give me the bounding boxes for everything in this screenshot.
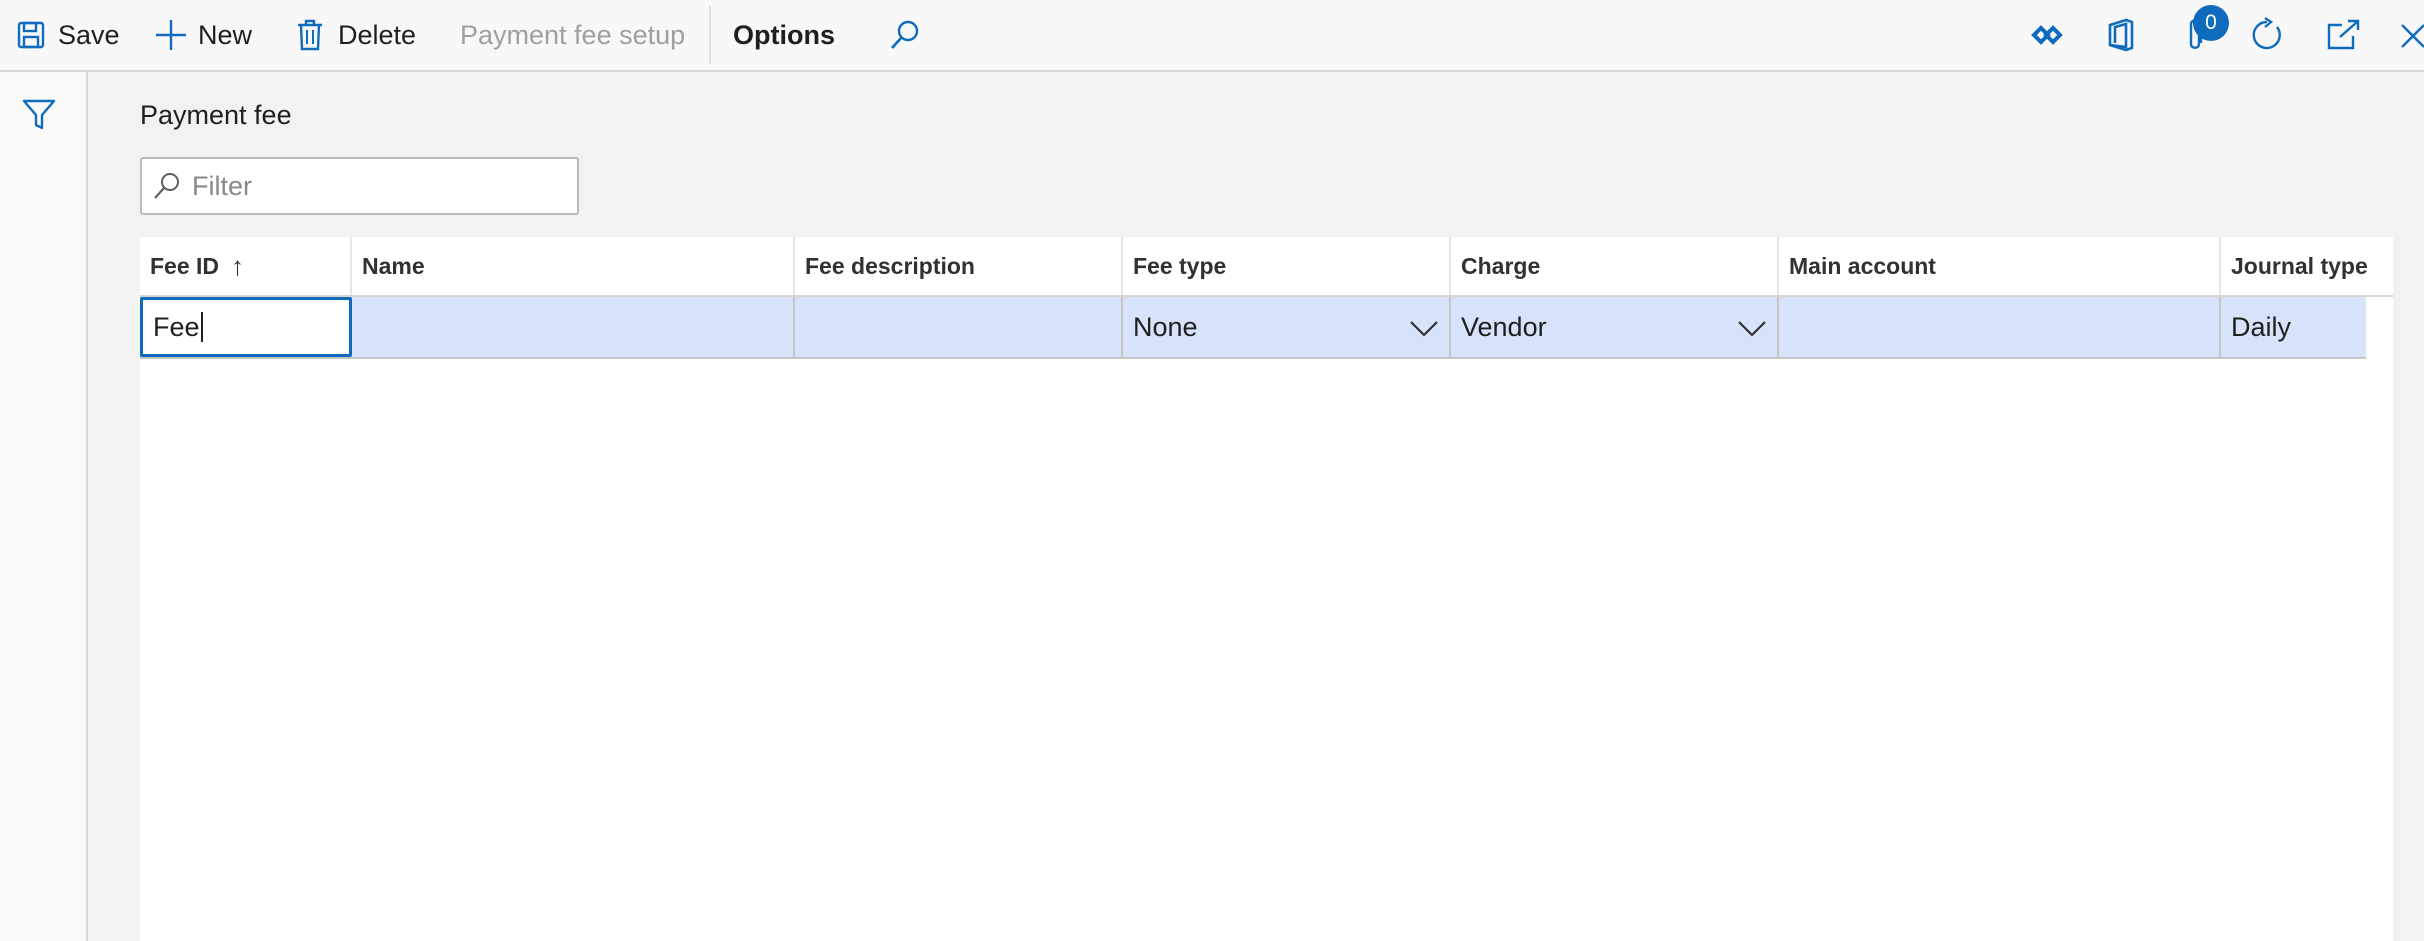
payment-fee-grid: Fee ID ↑ Name Fee description Fee type C… — [140, 237, 2393, 941]
save-icon — [16, 20, 46, 50]
journal-type-cell[interactable]: Daily — [2221, 297, 2366, 357]
column-header-name[interactable]: Name — [352, 237, 795, 295]
fee-type-select[interactable]: None — [1123, 297, 1451, 357]
new-label: New — [198, 19, 253, 50]
table-row[interactable]: Fee None Vendor Daily — [140, 297, 2366, 359]
refresh-icon[interactable] — [2250, 0, 2286, 70]
left-navigation-rail — [0, 72, 88, 941]
column-header-fee-id[interactable]: Fee ID ↑ — [140, 237, 352, 295]
fee-id-value: Fee — [153, 311, 200, 342]
sort-ascending-icon: ↑ — [231, 250, 245, 281]
open-new-window-icon[interactable] — [2326, 0, 2360, 70]
column-header-charge[interactable]: Charge — [1451, 237, 1779, 295]
toolbar-divider — [709, 6, 711, 64]
name-cell[interactable] — [352, 297, 795, 357]
chevron-down-icon[interactable] — [1737, 315, 1767, 346]
new-button[interactable]: New — [154, 0, 252, 70]
grid-filter[interactable] — [140, 157, 579, 215]
grid-header-row: Fee ID ↑ Name Fee description Fee type C… — [140, 237, 2393, 297]
column-header-main-account[interactable]: Main account — [1779, 237, 2221, 295]
chevron-down-icon[interactable] — [1409, 315, 1439, 346]
column-header-fee-description[interactable]: Fee description — [795, 237, 1123, 295]
column-header-label: Fee ID — [150, 252, 220, 279]
trash-icon — [296, 19, 324, 51]
fee-description-cell[interactable] — [795, 297, 1123, 357]
save-label: Save — [58, 19, 120, 50]
payment-fee-setup-button[interactable]: Payment fee setup — [460, 0, 685, 70]
diamond-link-icon[interactable] — [2031, 0, 2063, 70]
fee-id-input[interactable]: Fee — [140, 297, 352, 357]
text-cursor — [200, 312, 203, 342]
close-icon[interactable] — [2400, 0, 2424, 70]
column-header-fee-type[interactable]: Fee type — [1123, 237, 1451, 295]
column-header-journal-type[interactable]: Journal type — [2221, 237, 2393, 295]
filter-icon[interactable] — [22, 98, 56, 137]
charge-value: Vendor — [1461, 311, 1547, 342]
delete-button[interactable]: Delete — [296, 0, 416, 70]
fee-type-value: None — [1133, 311, 1198, 342]
options-tab[interactable]: Options — [733, 0, 835, 70]
search-icon[interactable] — [888, 0, 922, 70]
main-account-cell[interactable] — [1779, 297, 2221, 357]
attachments-count-badge: 0 — [2193, 5, 2229, 41]
search-icon — [152, 171, 182, 206]
office-icon[interactable] — [2106, 0, 2136, 70]
filter-input[interactable] — [192, 159, 562, 213]
plus-icon — [154, 18, 188, 52]
save-button[interactable]: Save — [16, 0, 120, 70]
action-pane: Save New Delete Payment fee setup Option… — [0, 0, 2424, 72]
delete-label: Delete — [338, 19, 417, 50]
charge-select[interactable]: Vendor — [1451, 297, 1779, 357]
page-title: Payment fee — [140, 100, 292, 130]
